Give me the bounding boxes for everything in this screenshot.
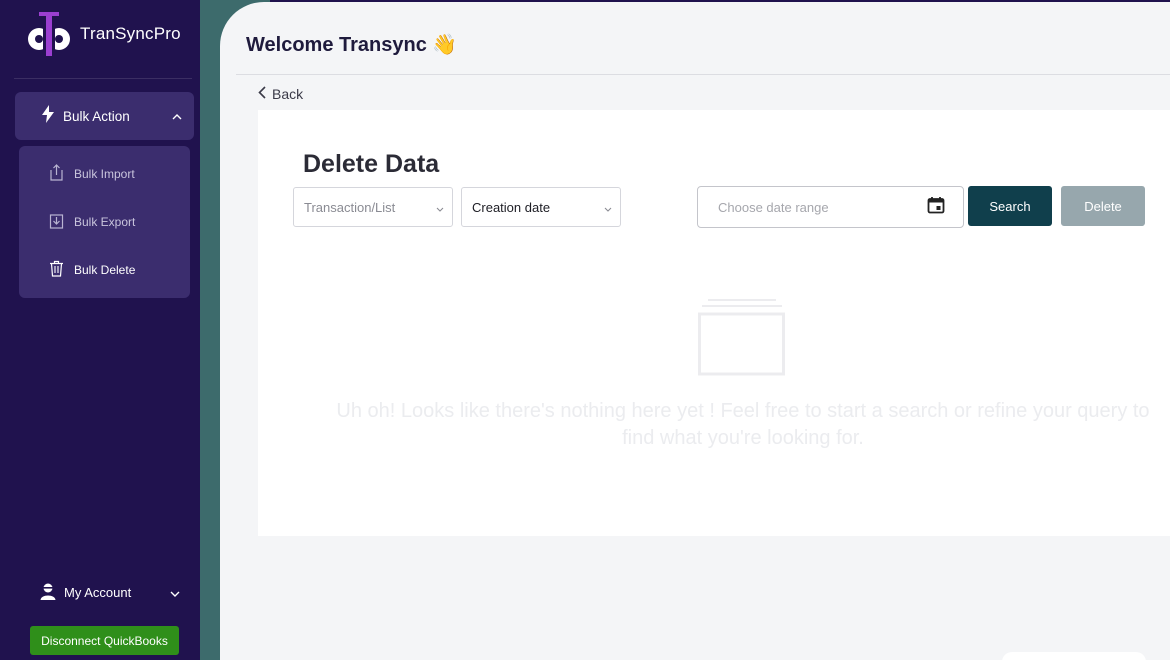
chevron-down-icon <box>436 200 444 215</box>
back-link[interactable]: Back <box>258 86 303 102</box>
sidebar-item-label: Bulk Export <box>74 215 136 229</box>
my-account-menu[interactable]: My Account <box>40 582 180 603</box>
sidebar-divider <box>14 78 192 79</box>
transyncpro-logo-icon <box>26 12 72 56</box>
chevron-down-icon <box>170 585 180 600</box>
sidebar-item-bulk-delete[interactable]: Bulk Delete <box>49 260 135 280</box>
my-account-label: My Account <box>64 585 132 600</box>
trash-icon <box>49 260 64 280</box>
sidebar-item-bulk-export[interactable]: Bulk Export <box>49 212 135 232</box>
sidebar-item-label: Bulk Delete <box>74 263 136 277</box>
delete-button[interactable]: Delete <box>1061 186 1145 226</box>
transaction-type-select[interactable]: Transaction/List <box>293 187 453 227</box>
header-divider <box>236 74 1170 75</box>
calendar-icon[interactable] <box>927 196 945 219</box>
upload-icon <box>49 164 64 184</box>
empty-state-icon <box>698 298 786 383</box>
welcome-heading: Welcome Transync 👋 <box>246 34 458 56</box>
sidebar-item-bulk-import[interactable]: Bulk Import <box>49 164 135 184</box>
back-label: Back <box>272 86 304 102</box>
page-title: Delete Data <box>303 150 440 178</box>
sidebar-item-label: Bulk Import <box>74 167 135 181</box>
brand[interactable]: TranSyncPro <box>26 12 181 56</box>
delete-data-card: Delete Data Transaction/List Creation da… <box>258 110 1170 536</box>
chevron-up-icon <box>172 107 182 125</box>
main-content: Welcome Transync 👋 Back Delete Data Tran… <box>220 2 1170 660</box>
date-field-value: Creation date <box>472 199 551 215</box>
transaction-type-value: Transaction/List <box>304 199 396 215</box>
search-button[interactable]: Search <box>968 186 1052 226</box>
empty-state-message: Uh oh! Looks like there's nothing here y… <box>336 400 1150 449</box>
sidebar: TranSyncPro Bulk Action Bulk Import Bulk… <box>0 0 206 660</box>
date-range-field[interactable] <box>697 186 964 228</box>
chevron-down-icon <box>604 200 612 215</box>
user-icon <box>40 582 56 603</box>
floating-widget[interactable] <box>1002 652 1146 660</box>
date-range-input[interactable] <box>718 199 927 215</box>
brand-name: TranSyncPro <box>80 24 181 43</box>
sidebar-group-label: Bulk Action <box>63 108 130 124</box>
bulk-action-submenu: Bulk Import Bulk Export Bulk Delete <box>19 146 190 298</box>
sidebar-group-bulk-action[interactable]: Bulk Action <box>15 92 194 140</box>
chevron-left-icon <box>258 86 266 102</box>
lightning-icon <box>41 104 55 128</box>
date-field-select[interactable]: Creation date <box>461 187 621 227</box>
download-icon <box>49 212 64 232</box>
disconnect-quickbooks-button[interactable]: Disconnect QuickBooks <box>30 626 179 655</box>
